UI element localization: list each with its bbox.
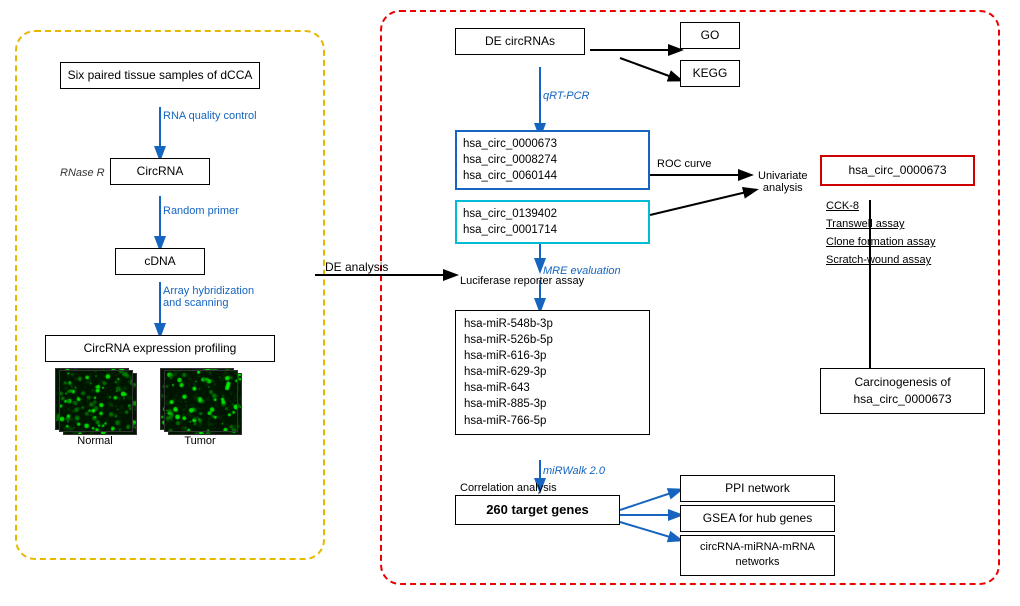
mir-group-label: hsa-miR-548b-3p hsa-miR-526b-5p hsa-miR-…: [464, 316, 641, 429]
de-analysis-label: DE analysis: [325, 260, 388, 274]
qrt-pcr-label: qRT-PCR: [543, 90, 589, 102]
microarray-normal-img: [55, 368, 135, 433]
expression-profiling-label: CircRNA expression profiling: [84, 341, 237, 355]
rna-quality-label: RNA quality control: [163, 110, 257, 122]
mir-group-box: hsa-miR-548b-3p hsa-miR-526b-5p hsa-miR-…: [455, 310, 650, 435]
carcinogenesis-label: Carcinogenesis of hsa_circ_0000673: [829, 374, 976, 408]
cck8-label: CCK-8: [826, 200, 859, 212]
correlation-label: Correlation analysis: [460, 482, 557, 494]
roc-curve-label: ROC curve: [657, 158, 711, 170]
carcinogenesis-box: Carcinogenesis of hsa_circ_0000673: [820, 368, 985, 414]
microarray-tumor-img: [160, 368, 240, 433]
scratch-wound-label: Scratch-wound assay: [826, 254, 931, 266]
random-primer-label: Random primer: [163, 205, 239, 217]
ppi-box: PPI network: [680, 475, 835, 502]
circ-mir-mrna-label: circRNA-miRNA-mRNA networks: [687, 540, 828, 571]
normal-label: Normal: [55, 435, 135, 447]
target-genes-box: 260 target genes: [455, 495, 620, 525]
cdna-box: cDNA: [115, 248, 205, 275]
go-label: GO: [701, 28, 720, 42]
blue-border-circ-box: hsa_circ_0000673 hsa_circ_0008274 hsa_ci…: [455, 130, 650, 190]
mirwalk-label: miRWalk 2.0: [543, 465, 605, 477]
rnase-r-label: RNase R: [60, 167, 105, 179]
array-hybrid-label: Array hybridization and scanning: [163, 285, 254, 309]
transwell-label: Transwell assay: [826, 218, 904, 230]
blue-border-circ-label: hsa_circ_0000673 hsa_circ_0008274 hsa_ci…: [463, 136, 642, 184]
microarray-normal-group: Normal: [55, 368, 135, 447]
target-genes-label: 260 target genes: [486, 502, 589, 517]
kegg-box: KEGG: [680, 60, 740, 87]
diagram-container: Six paired tissue samples of dCCA RNA qu…: [0, 0, 1020, 606]
gsea-label: GSEA for hub genes: [703, 511, 812, 525]
hsa-0000673-label: hsa_circ_0000673: [848, 163, 946, 177]
circ-mir-mrna-box: circRNA-miRNA-mRNA networks: [680, 535, 835, 576]
clone-formation-label: Clone formation assay: [826, 236, 935, 248]
de-circrnas-label: DE circRNAs: [485, 34, 555, 48]
cyan-border-circ-label: hsa_circ_0139402 hsa_circ_0001714: [463, 206, 642, 238]
six-samples-box: Six paired tissue samples of dCCA: [60, 62, 260, 89]
six-samples-label: Six paired tissue samples of dCCA: [68, 68, 253, 82]
univariate-label: Univariate analysis: [758, 158, 808, 194]
cdna-label: cDNA: [144, 254, 175, 268]
circrna-label: CircRNA: [137, 164, 184, 178]
circrna-box: CircRNA: [110, 158, 210, 185]
expression-profiling-box: CircRNA expression profiling: [45, 335, 275, 362]
go-box: GO: [680, 22, 740, 49]
hsa-0000673-box: hsa_circ_0000673: [820, 155, 975, 186]
de-circrnas-box: DE circRNAs: [455, 28, 585, 55]
cyan-border-circ-box: hsa_circ_0139402 hsa_circ_0001714: [455, 200, 650, 244]
tumor-label: Tumor: [160, 435, 240, 447]
gsea-box: GSEA for hub genes: [680, 505, 835, 532]
kegg-label: KEGG: [693, 66, 728, 80]
ppi-label: PPI network: [725, 481, 790, 495]
luciferase-label: Luciferase reporter assay: [460, 275, 584, 287]
microarray-tumor-group: Tumor: [160, 368, 240, 447]
